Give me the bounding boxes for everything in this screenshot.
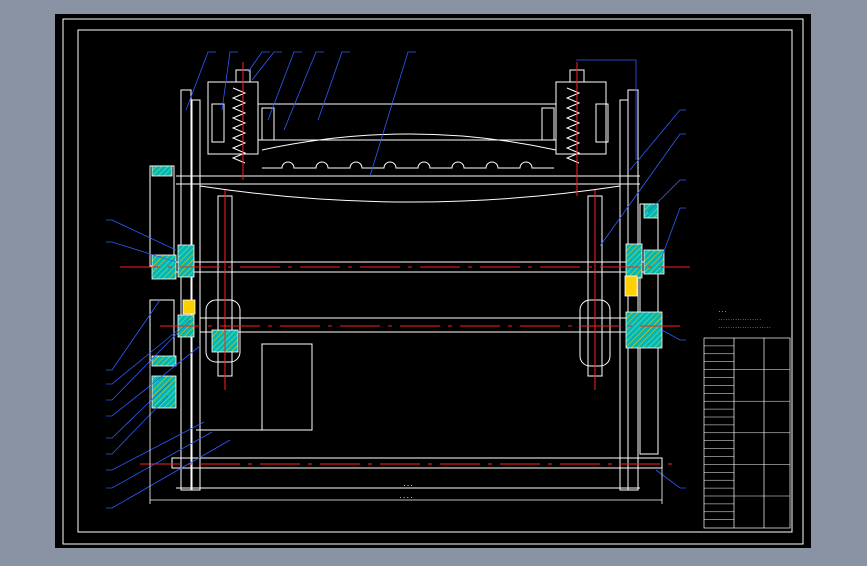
cad-drawing: ... .... ... .................. ........… — [55, 14, 811, 548]
section-c — [177, 244, 195, 278]
section-m — [182, 299, 196, 315]
section-a — [151, 165, 173, 177]
section-e — [151, 375, 177, 409]
section-h — [625, 243, 643, 279]
section-d — [151, 355, 177, 367]
cad-viewport[interactable]: ... .... ... .................. ........… — [0, 0, 867, 562]
notes-heading: ... — [718, 308, 727, 314]
section-k — [625, 311, 663, 349]
dim-inner-text: ... — [403, 481, 414, 488]
notes-line-2: ...................... — [718, 324, 771, 329]
section-j — [643, 203, 659, 219]
dim-outer-text: .... — [399, 493, 413, 500]
notes-line-1: .................. — [718, 316, 761, 321]
section-l — [624, 275, 638, 297]
section-i — [643, 249, 665, 275]
